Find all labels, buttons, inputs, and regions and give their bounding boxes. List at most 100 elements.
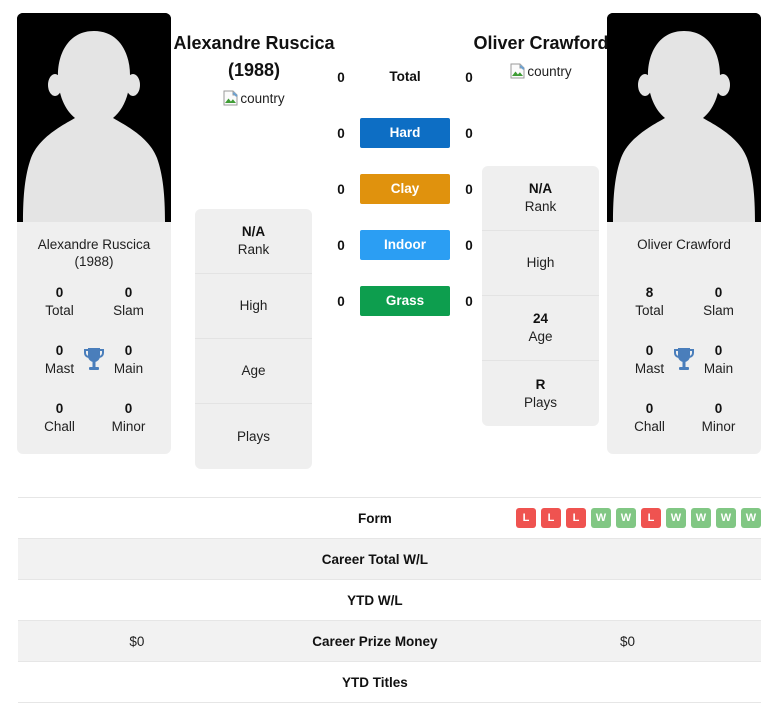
row-left-value: [18, 579, 256, 621]
info-label: High: [526, 255, 555, 270]
form-badge-loss: L: [565, 508, 586, 528]
title-label: Chall: [634, 419, 665, 434]
info-label: Age: [528, 329, 553, 344]
surface-badge-clay: Clay: [360, 174, 450, 204]
row-left-value: [18, 661, 256, 703]
info-row-age: 24 Age: [482, 296, 599, 361]
table-row-form: Form LLLWWLWWWW: [18, 497, 761, 539]
title-stat-slam: 0 Slam: [684, 284, 753, 320]
row-label: Career Prize Money: [255, 620, 494, 662]
table-row-career-prize-money: $0 Career Prize Money $0: [18, 620, 761, 662]
surface-badge-hard: Hard: [360, 118, 450, 148]
title-value: 0: [645, 401, 654, 416]
title-stat-minor: 0 Minor: [94, 400, 163, 436]
info-row-plays: R Plays: [482, 361, 599, 426]
surface-left-value: 0: [337, 237, 345, 253]
country-flag-alt-text: country: [527, 63, 572, 79]
form-left-cell: [18, 497, 256, 539]
row-label: YTD W/L: [255, 579, 494, 621]
title-label: Chall: [44, 419, 75, 434]
info-label: Rank: [237, 242, 270, 257]
player-headline-left: Alexandre Ruscica (1988) country: [159, 30, 349, 111]
player-info-card-right: N/A Rank High 24 Age R Plays: [482, 166, 599, 426]
surface-right-value: 0: [465, 293, 473, 309]
form-badge-win: W: [590, 508, 611, 528]
table-row-career-total-wl: Career Total W/L: [18, 538, 761, 580]
title-grid-right: 8 Total 0 Slam 0 Mast 0 Main 0 Chall 0 M…: [615, 284, 753, 436]
surface-badge-indoor: Indoor: [360, 230, 450, 260]
form-badge-loss: L: [540, 508, 561, 528]
form-right-cell: LLLWWLWWWW: [493, 497, 761, 539]
surface-badge-total: Total: [389, 69, 421, 84]
title-label: Minor: [701, 419, 736, 434]
player-card-name-right: Oliver Crawford: [637, 237, 731, 252]
form-badge-win: W: [615, 508, 636, 528]
player-info-card-left: N/A Rank High Age Plays: [195, 209, 312, 469]
info-label: Plays: [236, 428, 270, 444]
stats-comparison-table: Form LLLWWLWWWW Career Total W/L YTD W/L…: [18, 497, 761, 703]
surface-row-grass: 0 Grass 0: [330, 286, 480, 316]
surface-row-hard: 0 Hard 0: [330, 118, 480, 148]
form-badge-win: W: [690, 508, 711, 528]
title-label: Minor: [111, 419, 146, 434]
player-avatar-left: [17, 13, 171, 222]
title-value: 0: [124, 401, 133, 416]
player-card-name-left: Alexandre Ruscica (1988): [37, 237, 151, 269]
row-right-value: [493, 661, 761, 703]
title-stat-total: 8 Total: [615, 284, 684, 320]
info-row-age: Age: [195, 339, 312, 404]
surface-right-value: 0: [465, 181, 473, 197]
info-label: High: [239, 298, 268, 313]
title-stat-slam: 0 Slam: [94, 284, 163, 320]
surface-row-indoor: 0 Indoor 0: [330, 230, 480, 260]
title-value: 0: [55, 401, 64, 416]
info-value: 24: [532, 311, 549, 326]
info-row-high: High: [482, 231, 599, 296]
table-row-ytd-titles: YTD Titles: [18, 661, 761, 703]
info-row-plays: Plays: [195, 404, 312, 469]
surface-right-value: 0: [465, 69, 473, 85]
title-grid-left: 0 Total 0 Slam 0 Mast 0 Main 0 Chall 0 M…: [25, 284, 163, 436]
info-row-rank: N/A Rank: [195, 209, 312, 274]
row-label: Career Total W/L: [255, 538, 494, 580]
surface-left-value: 0: [337, 293, 345, 309]
info-label: Age: [241, 363, 266, 378]
info-label: Plays: [523, 394, 557, 410]
info-value: N/A: [241, 224, 266, 239]
info-value: R: [535, 376, 546, 392]
title-value: 8: [645, 285, 654, 300]
title-value: 0: [714, 401, 723, 416]
surface-badge-grass: Grass: [360, 286, 450, 316]
form-label: Form: [255, 497, 494, 539]
form-badge-loss: L: [640, 508, 661, 528]
title-value: 0: [55, 285, 64, 300]
title-label: Total: [45, 303, 74, 318]
title-stat-minor: 0 Minor: [684, 400, 753, 436]
form-badge-loss: L: [515, 508, 536, 528]
player-column-left: Alexandre Ruscica (1988) 0 Total 0 Slam …: [17, 13, 171, 454]
form-badge-win: W: [715, 508, 736, 528]
title-label: Total: [635, 303, 664, 318]
country-flag-left: country: [223, 90, 285, 106]
row-right-value: [493, 538, 761, 580]
surface-comparison-list: 0 Total 0 0 Hard 0 0 Clay 0 0 Indoor 0 0…: [330, 62, 480, 316]
row-label: YTD Titles: [255, 661, 494, 703]
title-stat-chall: 0 Chall: [25, 400, 94, 436]
row-right-value: [493, 579, 761, 621]
row-left-value: [18, 538, 256, 580]
page-title-right: Oliver Crawford: [473, 33, 609, 53]
trophy-icon: [671, 345, 697, 375]
trophy-icon: [81, 345, 107, 375]
table-row-ytd-wl: YTD W/L: [18, 579, 761, 621]
title-label: Slam: [703, 303, 734, 318]
info-value: N/A: [528, 181, 553, 196]
title-label: Slam: [113, 303, 144, 318]
row-right-value: $0: [493, 620, 761, 662]
country-flag-right: country: [510, 63, 572, 79]
form-badge-win: W: [740, 508, 761, 528]
info-row-rank: N/A Rank: [482, 166, 599, 231]
surface-left-value: 0: [337, 69, 345, 85]
player-card-right: Oliver Crawford 8 Total 0 Slam 0 Mast 0 …: [607, 222, 761, 454]
surface-left-value: 0: [337, 181, 345, 197]
surface-row-total: 0 Total 0: [330, 62, 480, 92]
